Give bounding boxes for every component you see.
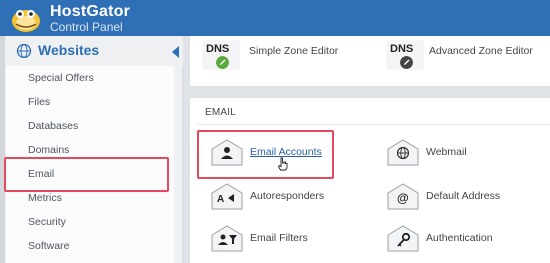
sidebar-item-databases[interactable]: Databases [6,114,174,138]
authentication-tool[interactable]: Authentication [386,223,516,257]
sidebar-title: Websites [38,42,100,58]
pencil-icon [400,56,413,69]
simple-zone-editor-label[interactable]: Simple Zone Editor [249,45,338,57]
email-accounts-highlight-box [197,130,334,179]
authentication-label[interactable]: Authentication [426,232,493,244]
dns-card: DNS Simple Zone Editor DNS Advanced Zone… [190,36,550,86]
email-card: EMAIL Email Accounts Webmail A Autorespo… [190,98,550,263]
autoresponders-tool[interactable]: A Autoresponders [210,181,340,215]
email-filters-label[interactable]: Email Filters [250,232,308,244]
key-envelope-icon [387,225,419,252]
globe-envelope-icon [387,139,419,166]
top-header: HostGator Control Panel [0,0,550,36]
autoresponders-label[interactable]: Autoresponders [250,190,324,202]
globe-icon [16,43,32,59]
brand-subtitle: Control Panel [50,20,123,34]
email-filters-tool[interactable]: Email Filters [210,223,340,257]
autoresponder-envelope-icon: A [211,183,243,210]
at-envelope-icon: @ [387,183,419,210]
default-address-tool[interactable]: @ Default Address [386,181,516,215]
sidebar-strip [0,36,5,263]
sidebar-item-special-offers[interactable]: Special Offers [6,66,174,90]
svg-text:A: A [217,194,224,205]
sidebar-item-files[interactable]: Files [6,90,174,114]
section-divider [198,124,550,125]
filter-envelope-icon [211,225,243,252]
advanced-zone-editor-label[interactable]: Advanced Zone Editor [429,45,533,57]
dns-icon: DNS [386,40,424,70]
email-highlight-box [4,157,169,192]
webmail-tool[interactable]: Webmail [386,137,516,171]
sidebar-item-security[interactable]: Security [6,210,174,234]
collapse-arrow-icon[interactable] [172,46,179,58]
sidebar-item-software[interactable]: Software [6,234,174,258]
webmail-label[interactable]: Webmail [426,146,467,158]
dns-icon: DNS [202,40,240,70]
gator-logo-icon[interactable] [6,2,46,34]
svg-text:@: @ [397,191,409,205]
sidebar-header[interactable]: Websites [6,36,183,66]
pencil-icon [216,56,229,69]
email-section-title: EMAIL [205,107,237,118]
default-address-label[interactable]: Default Address [426,190,500,202]
brand-name: HostGator [50,3,131,20]
hand-cursor-icon [277,157,288,171]
